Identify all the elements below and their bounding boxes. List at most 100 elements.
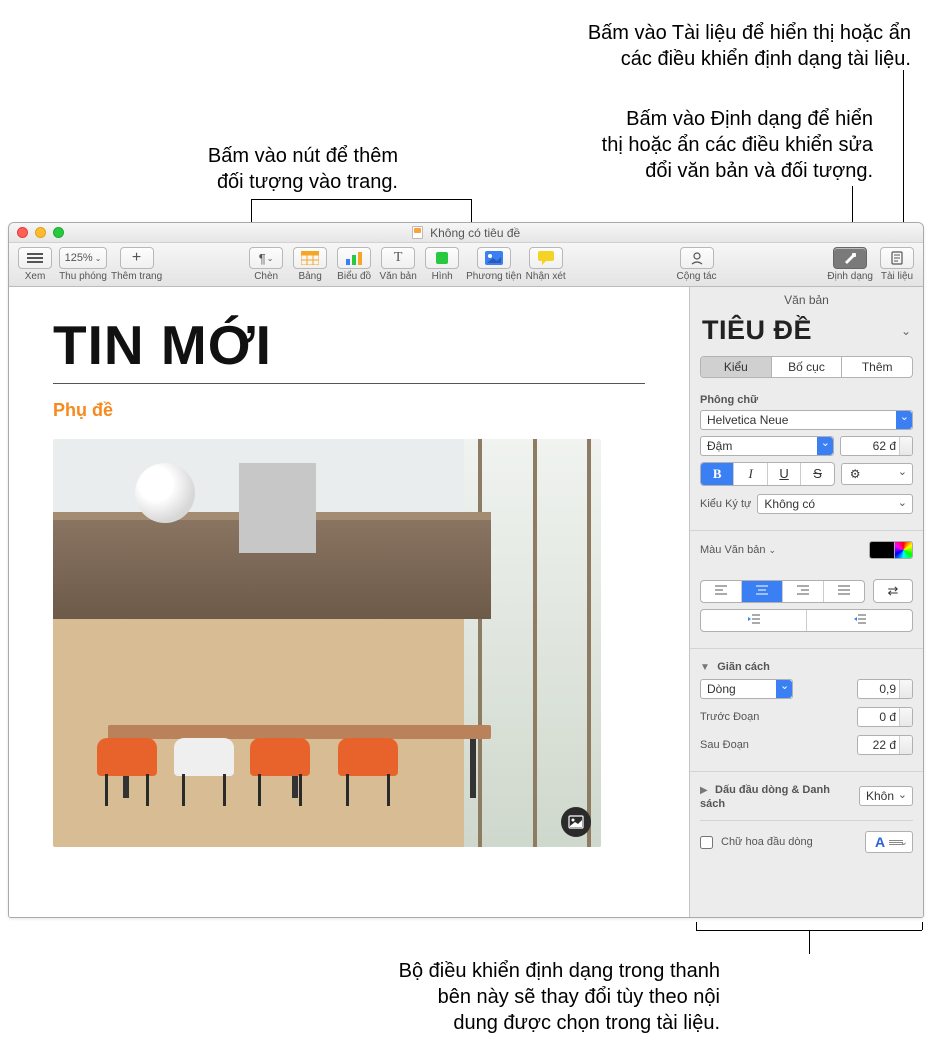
sidebar-tabs: Kiểu Bố cục Thêm (700, 356, 913, 378)
window-title-text: Không có tiêu đề (430, 226, 520, 240)
text-button[interactable]: T Văn bản (378, 247, 418, 282)
tab-style[interactable]: Kiểu (701, 357, 772, 377)
shape-button[interactable]: Hình (422, 247, 462, 282)
bullets-value: Khôn (866, 789, 894, 803)
tab-more[interactable]: Thêm (842, 357, 912, 377)
bold-button[interactable]: B (701, 463, 734, 485)
tab-layout[interactable]: Bố cục (772, 357, 843, 377)
comment-icon (538, 251, 554, 265)
comment-label: Nhận xét (526, 271, 566, 282)
typeface-segment: B I U S (700, 462, 835, 486)
callout-format-text: Bấm vào Định dạng để hiển thị hoặc ẩn cá… (602, 108, 873, 182)
strikethrough-button[interactable]: S (801, 463, 833, 485)
outdent-button[interactable] (701, 610, 807, 631)
image-badge-icon[interactable] (561, 807, 591, 837)
brush-icon (842, 251, 858, 265)
indent-segment (700, 609, 913, 632)
callout-line (809, 930, 810, 954)
bullets-style-select[interactable]: Khôn (859, 786, 913, 806)
document-button[interactable]: Tài liệu (877, 247, 917, 282)
dropcap-checkbox[interactable] (700, 836, 713, 849)
triangle-right-icon: ▶ (700, 785, 708, 796)
spacing-label: Giãn cách (717, 661, 770, 673)
char-style-select[interactable]: Không có (757, 494, 913, 514)
callout-insert: Bấm vào nút để thêm đối tượng vào trang. (118, 143, 398, 195)
alignment-segment (700, 580, 865, 603)
document-canvas[interactable]: TIN MỚI Phụ đề (9, 287, 689, 917)
table-label: Bảng (298, 271, 321, 282)
after-paragraph-value[interactable]: 22 đ (857, 735, 913, 755)
spacing-disclosure[interactable]: ▼ Giãn cách (700, 659, 913, 673)
align-justify-button[interactable] (824, 581, 864, 602)
text-color-well[interactable] (869, 541, 913, 559)
indent-button[interactable] (807, 610, 912, 631)
content-area: TIN MỚI Phụ đề (9, 287, 923, 917)
align-right-button[interactable] (783, 581, 824, 602)
triangle-down-icon: ▼ (700, 662, 710, 673)
chart-icon (345, 251, 363, 265)
shape-label: Hình (432, 271, 453, 282)
add-page-button[interactable]: + Thêm trang (111, 247, 162, 282)
before-paragraph-value[interactable]: 0 đ (857, 707, 913, 727)
app-window: Không có tiêu đề Xem 125%⌄ Thu phóng + T… (8, 222, 924, 918)
align-left-button[interactable] (701, 581, 742, 602)
dropcap-lines-icon (889, 840, 903, 845)
text-color-label: Màu Văn bản ⌄ (700, 544, 863, 556)
gear-icon: ⚙ (850, 467, 861, 481)
italic-button[interactable]: I (734, 463, 767, 485)
collab-icon (689, 251, 705, 265)
line-spacing-mode[interactable]: Dòng (700, 679, 793, 699)
document-label: Tài liệu (881, 271, 913, 282)
table-button[interactable]: Bảng (290, 247, 330, 282)
placeholder-image[interactable] (53, 439, 601, 847)
line-spacing-mode-value: Dòng (707, 682, 736, 696)
callout-line (903, 70, 904, 242)
font-size-input[interactable]: 62 đ (840, 436, 913, 456)
text-label: Văn bản (380, 271, 417, 282)
callout-line (696, 922, 697, 930)
bullets-disclosure[interactable]: ▶ Dấu đầu dòng & Danh sách (700, 782, 853, 810)
underline-button[interactable]: U (768, 463, 801, 485)
callout-document: Bấm vào Tài liệu để hiển thị hoặc ẩn các… (491, 20, 911, 72)
callout-insert-text: Bấm vào nút để thêm đối tượng vào trang. (208, 145, 398, 193)
zoom-selector[interactable]: 125%⌄ Thu phóng (59, 247, 107, 282)
font-family-value: Helvetica Neue (707, 413, 788, 427)
document-icon (891, 251, 903, 265)
document-icon (412, 226, 423, 239)
comment-button[interactable]: Nhận xét (526, 247, 566, 282)
align-center-button[interactable] (742, 581, 783, 602)
font-weight-select[interactable]: Đậm (700, 436, 834, 456)
media-icon (485, 251, 503, 265)
advanced-options-button[interactable]: ⚙ (841, 463, 913, 485)
headline-text[interactable]: TIN MỚI (53, 313, 645, 377)
font-family-select[interactable]: Helvetica Neue (700, 410, 913, 430)
callout-line (251, 199, 471, 200)
font-size-value: 62 đ (873, 439, 896, 453)
shape-icon (435, 251, 449, 265)
table-icon (301, 251, 319, 265)
char-style-value: Không có (764, 497, 815, 511)
callout-document-text: Bấm vào Tài liệu để hiển thị hoặc ẩn các… (588, 22, 911, 70)
insert-button[interactable]: ¶⌄ Chèn (246, 247, 286, 282)
divider (700, 820, 913, 821)
subtitle-text[interactable]: Phụ đề (53, 400, 645, 421)
chevron-down-icon: ⌄ (901, 324, 911, 338)
direction-button[interactable]: ⇄ (873, 579, 913, 603)
callout-sidebar-text: Bộ điều khiển định dạng trong thanh bên … (399, 960, 720, 1034)
chart-button[interactable]: Biểu đồ (334, 247, 374, 282)
dropcap-glyph-icon: A (875, 834, 885, 850)
format-label: Định dạng (827, 271, 873, 282)
paragraph-style-selector[interactable]: TIÊU ĐỀ ⌄ (690, 311, 923, 356)
media-button[interactable]: Phương tiện (466, 247, 522, 282)
dropcap-style-select[interactable]: A (865, 831, 913, 853)
line-spacing-value[interactable]: 0,9 (857, 679, 913, 699)
format-button[interactable]: Định dạng (827, 247, 873, 282)
callout-line (922, 922, 923, 930)
add-page-label: Thêm trang (111, 271, 162, 282)
zoom-label: Thu phóng (59, 271, 107, 282)
collaborate-button[interactable]: Cộng tác (677, 247, 717, 282)
view-button[interactable]: Xem (15, 247, 55, 282)
bullets-label: Dấu đầu dòng & Danh sách (700, 784, 830, 810)
color-wheel-icon (894, 542, 912, 558)
callout-sidebar: Bộ điều khiển định dạng trong thanh bên … (280, 958, 720, 1036)
